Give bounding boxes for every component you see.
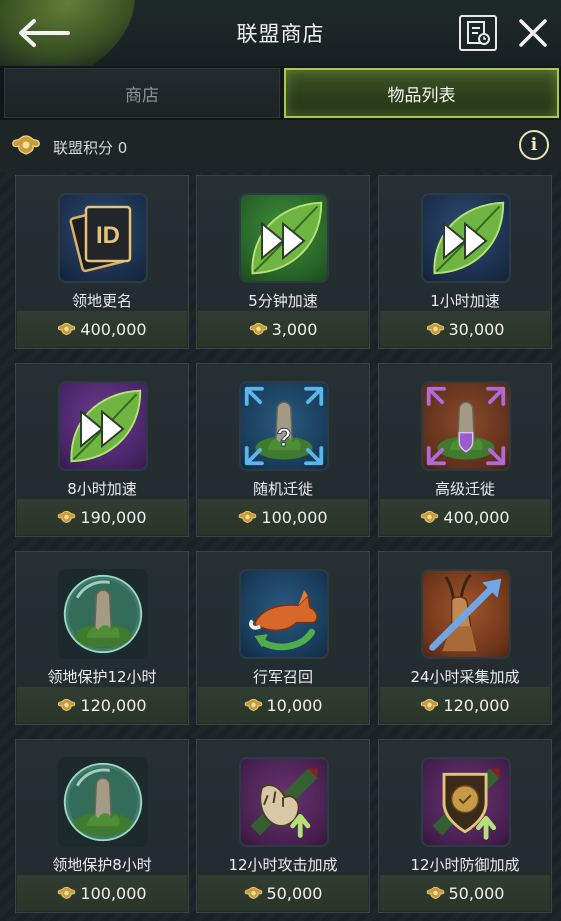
item-card-speedup-5m[interactable]: 5分钟加速 3,000 (196, 175, 370, 349)
item-card-advanced-migrate[interactable]: 高级迁徙 400,000 (378, 363, 552, 537)
close-icon (519, 19, 547, 47)
alliance-points-icon (57, 886, 76, 900)
item-name: 5分钟加速 (248, 292, 318, 310)
price-value: 30,000 (448, 319, 505, 339)
item-card-attack-boost[interactable]: 12小时攻击加成 50,000 (196, 739, 370, 913)
speedup-leaf-icon (239, 193, 329, 283)
price-value: 50,000 (448, 883, 505, 903)
alliance-points-icon (426, 886, 445, 900)
alliance-points-icon (426, 322, 445, 336)
alliance-points-icon (238, 510, 257, 524)
shop-log-button[interactable] (459, 15, 497, 51)
item-card-protection-12h[interactable]: 领地保护12小时 120,000 (15, 551, 189, 725)
alliance-points-icon (57, 322, 76, 336)
alliance-points-icon (420, 510, 439, 524)
item-card-speedup-1h[interactable]: 1小时加速 30,000 (378, 175, 552, 349)
price-value: 10,000 (266, 695, 323, 715)
alliance-points-icon (249, 322, 268, 336)
speedup-leaf-icon (58, 381, 148, 471)
question-mark: ? (276, 425, 291, 452)
id-card-text: ID (96, 222, 120, 249)
speedup-leaf-icon (421, 193, 511, 283)
item-price[interactable]: 50,000 (198, 875, 368, 911)
item-card-gather-boost[interactable]: 24小时采集加成 120,000 (378, 551, 552, 725)
item-price[interactable]: 120,000 (17, 687, 187, 723)
shop-log-icon (467, 21, 490, 45)
tab-item-list[interactable]: 物品列表 (284, 68, 559, 118)
item-name: 1小时加速 (430, 292, 500, 310)
item-name: 24小时采集加成 (410, 668, 520, 686)
alliance-points-label: 联盟积分 0 (53, 139, 128, 157)
price-value: 100,000 (261, 507, 328, 527)
protection-orb-icon (58, 569, 148, 659)
header-bar: 联盟商店 (0, 0, 561, 66)
item-card-protection-8h[interactable]: 领地保护8小时 100,000 (15, 739, 189, 913)
item-price[interactable]: 10,000 (198, 687, 368, 723)
close-button[interactable] (514, 14, 552, 52)
attack-boost-icon (239, 757, 329, 847)
item-name: 高级迁徙 (434, 480, 495, 498)
item-price[interactable]: 100,000 (198, 499, 368, 535)
item-price[interactable]: 400,000 (380, 499, 550, 535)
item-name: 领地保护8小时 (52, 856, 152, 874)
item-grid: ID 领地更名 400,000 5分钟加速 3,000 1小时加速 30,000 (0, 172, 561, 921)
item-name: 行军召回 (252, 668, 313, 686)
item-card-rename[interactable]: ID 领地更名 400,000 (15, 175, 189, 349)
defense-boost-icon (421, 757, 511, 847)
item-card-random-migrate[interactable]: ? 随机迁徙 100,000 (196, 363, 370, 537)
price-value: 120,000 (80, 695, 147, 715)
item-name: 随机迁徙 (252, 480, 313, 498)
item-price[interactable]: 120,000 (380, 687, 550, 723)
alliance-points-icon (244, 698, 263, 712)
item-price[interactable]: 50,000 (380, 875, 550, 911)
price-value: 50,000 (266, 883, 323, 903)
price-value: 3,000 (271, 319, 318, 339)
protection-orb-icon (58, 757, 148, 847)
id-card-icon: ID (58, 193, 148, 283)
alliance-points-icon (420, 698, 439, 712)
item-name: 领地保护12小时 (47, 668, 157, 686)
info-button[interactable]: i (519, 130, 549, 160)
tab-shop[interactable]: 商店 (4, 68, 280, 118)
item-name: 12小时防御加成 (410, 856, 520, 874)
alliance-points-icon (244, 886, 263, 900)
alliance-points-bar: 联盟积分 0 (0, 120, 561, 172)
item-name: 12小时攻击加成 (228, 856, 338, 874)
price-value: 400,000 (443, 507, 510, 527)
price-value: 100,000 (80, 883, 147, 903)
tab-bar: 商店 物品列表 (0, 66, 561, 120)
item-price[interactable]: 100,000 (17, 875, 187, 911)
item-name: 8小时加速 (67, 480, 137, 498)
item-card-march-recall[interactable]: 行军召回 10,000 (196, 551, 370, 725)
price-value: 190,000 (80, 507, 147, 527)
alliance-points-icon (57, 698, 76, 712)
item-card-defense-boost[interactable]: 12小时防御加成 50,000 (378, 739, 552, 913)
item-price[interactable]: 190,000 (17, 499, 187, 535)
price-value: 120,000 (443, 695, 510, 715)
random-migrate-icon: ? (239, 381, 329, 471)
price-value: 400,000 (80, 319, 147, 339)
item-price[interactable]: 400,000 (17, 311, 187, 347)
item-price[interactable]: 3,000 (198, 311, 368, 347)
item-price[interactable]: 30,000 (380, 311, 550, 347)
info-icon: i (530, 135, 538, 155)
advanced-migrate-icon (421, 381, 511, 471)
march-recall-icon (239, 569, 329, 659)
alliance-points-icon (11, 134, 41, 156)
gather-boost-icon (421, 569, 511, 659)
item-name: 领地更名 (71, 292, 132, 310)
alliance-points-icon (57, 510, 76, 524)
item-card-speedup-8h[interactable]: 8小时加速 190,000 (15, 363, 189, 537)
